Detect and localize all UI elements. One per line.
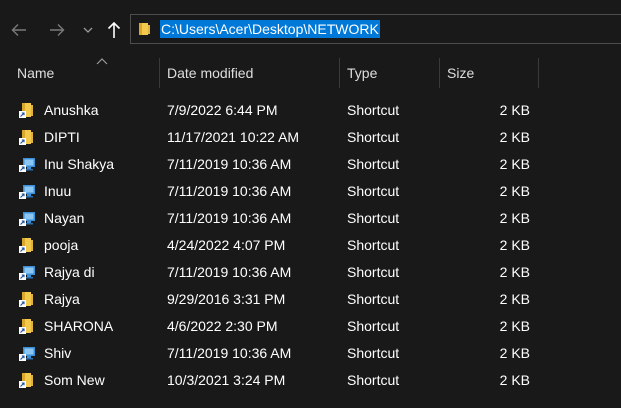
file-row[interactable]: Rajya di 7/11/2019 10:36 AM Shortcut 2 K… [0, 259, 621, 286]
column-header-type[interactable]: Type [341, 58, 440, 88]
address-path[interactable]: C:\Users\Acer\Desktop\NETWORK [160, 20, 380, 38]
file-explorer-window: C:\Users\Acer\Desktop\NETWORK Name Date … [0, 0, 621, 408]
file-size: 2 KB [499, 237, 530, 253]
chevron-down-icon [83, 27, 93, 33]
column-divider[interactable] [439, 58, 440, 88]
file-type: Shortcut [347, 318, 400, 334]
file-size: 2 KB [499, 345, 530, 361]
file-size: 2 KB [499, 264, 530, 280]
column-header-name-label: Name [17, 65, 55, 81]
file-list: Anushka 7/9/2022 6:44 PM Shortcut 2 KB D… [0, 97, 621, 394]
column-header-size[interactable]: Size [441, 58, 539, 88]
folder-shortcut-icon [19, 286, 37, 313]
file-date-modified: 9/29/2016 3:31 PM [167, 291, 286, 307]
file-row[interactable]: pooja 4/24/2022 4:07 PM Shortcut 2 KB [0, 232, 621, 259]
file-type: Shortcut [347, 129, 400, 145]
file-date-modified: 7/11/2019 10:36 AM [167, 210, 292, 226]
column-header-date-modified[interactable]: Date modified [161, 58, 340, 88]
file-date-modified: 4/24/2022 4:07 PM [167, 237, 286, 253]
file-type: Shortcut [347, 237, 400, 253]
file-type: Shortcut [347, 345, 400, 361]
file-type: Shortcut [347, 102, 400, 118]
folder-shortcut-icon [19, 367, 37, 394]
file-size: 2 KB [499, 318, 530, 334]
file-name: Rajya [44, 291, 80, 307]
file-date-modified: 7/11/2019 10:36 AM [167, 183, 292, 199]
network-shortcut-icon [19, 178, 37, 205]
file-date-modified: 7/11/2019 10:36 AM [167, 264, 292, 280]
back-button[interactable] [6, 16, 32, 44]
network-shortcut-icon [19, 151, 37, 178]
file-row[interactable]: Rajya 9/29/2016 3:31 PM Shortcut 2 KB [0, 286, 621, 313]
file-size: 2 KB [499, 102, 530, 118]
file-name: Nayan [44, 210, 85, 226]
file-row[interactable]: Inu Shakya 7/11/2019 10:36 AM Shortcut 2… [0, 151, 621, 178]
file-row[interactable]: Som New 10/3/2021 3:24 PM Shortcut 2 KB [0, 367, 621, 394]
navigation-bar: C:\Users\Acer\Desktop\NETWORK [0, 0, 621, 58]
file-size: 2 KB [499, 129, 530, 145]
file-row[interactable]: Inuu 7/11/2019 10:36 AM Shortcut 2 KB [0, 178, 621, 205]
column-divider[interactable] [159, 58, 160, 88]
column-header-name[interactable]: Name [17, 58, 160, 88]
file-name: Shiv [44, 345, 72, 361]
file-date-modified: 7/9/2022 6:44 PM [167, 102, 278, 118]
file-date-modified: 7/11/2019 10:36 AM [167, 345, 292, 361]
sort-ascending-icon [96, 52, 108, 65]
file-row[interactable]: SHARONA 4/6/2022 2:30 PM Shortcut 2 KB [0, 313, 621, 340]
file-name: SHARONA [44, 318, 114, 334]
file-name: Rajya di [44, 264, 95, 280]
file-date-modified: 11/17/2021 10:22 AM [167, 129, 300, 145]
arrow-left-icon [11, 23, 27, 37]
file-size: 2 KB [499, 156, 530, 172]
file-size: 2 KB [499, 210, 530, 226]
column-divider[interactable] [339, 58, 340, 88]
file-row[interactable]: DIPTI 11/17/2021 10:22 AM Shortcut 2 KB [0, 124, 621, 151]
file-type: Shortcut [347, 264, 400, 280]
column-divider[interactable] [538, 58, 539, 88]
file-type: Shortcut [347, 183, 400, 199]
folder-shortcut-icon [19, 232, 37, 259]
file-size: 2 KB [499, 291, 530, 307]
file-name: DIPTI [44, 129, 80, 145]
file-date-modified: 4/6/2022 2:30 PM [167, 318, 278, 334]
folder-shortcut-icon [19, 124, 37, 151]
column-header-size-label: Size [447, 65, 475, 81]
file-date-modified: 7/11/2019 10:36 AM [167, 156, 292, 172]
column-header-date-label: Date modified [167, 65, 254, 81]
file-name: pooja [44, 237, 79, 253]
column-header-row: Name Date modified Type Size [0, 58, 621, 88]
file-name: Som New [44, 372, 105, 388]
file-type: Shortcut [347, 210, 400, 226]
folder-icon [138, 22, 152, 36]
network-shortcut-icon [19, 340, 37, 367]
file-type: Shortcut [347, 291, 400, 307]
recent-locations-button[interactable] [78, 16, 98, 44]
arrow-right-icon [49, 23, 65, 37]
file-date-modified: 10/3/2021 3:24 PM [167, 372, 286, 388]
address-bar[interactable]: C:\Users\Acer\Desktop\NETWORK [130, 14, 621, 44]
file-size: 2 KB [499, 372, 530, 388]
file-name: Inu Shakya [44, 156, 115, 172]
folder-shortcut-icon [19, 97, 37, 124]
column-header-type-label: Type [347, 65, 378, 81]
file-row[interactable]: Anushka 7/9/2022 6:44 PM Shortcut 2 KB [0, 97, 621, 124]
file-type: Shortcut [347, 372, 400, 388]
up-button[interactable] [102, 16, 126, 44]
file-size: 2 KB [499, 183, 530, 199]
file-row[interactable]: Shiv 7/11/2019 10:36 AM Shortcut 2 KB [0, 340, 621, 367]
network-shortcut-icon [19, 259, 37, 286]
folder-shortcut-icon [19, 313, 37, 340]
file-name: Anushka [44, 102, 99, 118]
file-type: Shortcut [347, 156, 400, 172]
network-shortcut-icon [19, 205, 37, 232]
forward-button[interactable] [44, 16, 70, 44]
file-name: Inuu [44, 183, 72, 199]
file-row[interactable]: Nayan 7/11/2019 10:36 AM Shortcut 2 KB [0, 205, 621, 232]
arrow-up-icon [107, 21, 121, 39]
